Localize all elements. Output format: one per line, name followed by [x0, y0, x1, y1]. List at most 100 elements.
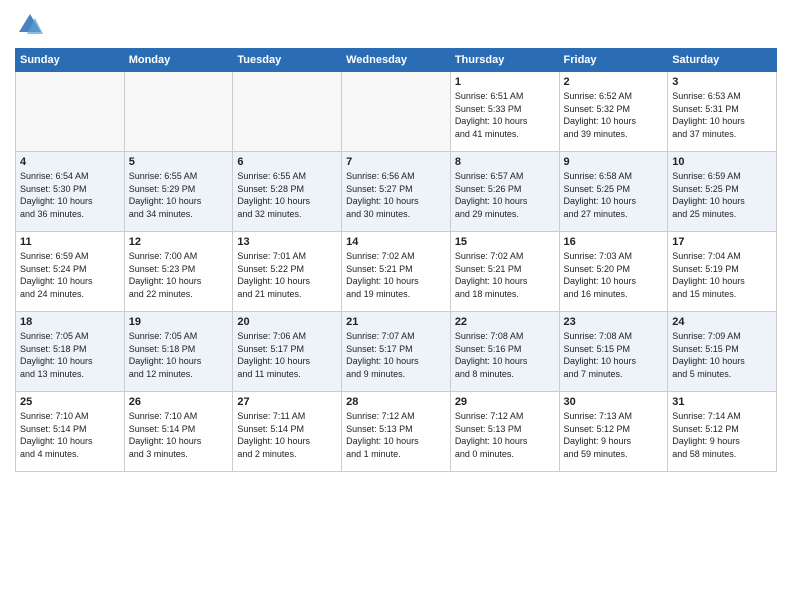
- calendar-day-cell: 22 Sunrise: 7:08 AM Sunset: 5:16 PM Dayli…: [450, 312, 559, 392]
- calendar-day-cell: 27 Sunrise: 7:11 AM Sunset: 5:14 PM Dayli…: [233, 392, 342, 472]
- day-number: 19: [129, 316, 229, 328]
- day-info: Sunrise: 7:02 AM Sunset: 5:21 PM Dayligh…: [455, 250, 555, 300]
- day-number: 16: [564, 236, 664, 248]
- day-number: 25: [20, 396, 120, 408]
- calendar-day-cell: 13 Sunrise: 7:01 AM Sunset: 5:22 PM Dayli…: [233, 232, 342, 312]
- day-number: 29: [455, 396, 555, 408]
- calendar-day-cell: 1 Sunrise: 6:51 AM Sunset: 5:33 PM Daylig…: [450, 72, 559, 152]
- day-number: 17: [672, 236, 772, 248]
- day-info: Sunrise: 7:03 AM Sunset: 5:20 PM Dayligh…: [564, 250, 664, 300]
- calendar-day-cell: 26 Sunrise: 7:10 AM Sunset: 5:14 PM Dayli…: [124, 392, 233, 472]
- calendar-day-cell: 28Sunrise: 7:12 AM Sunset: 5:13 PM Dayli…: [342, 392, 451, 472]
- day-info: Sunrise: 7:01 AM Sunset: 5:22 PM Dayligh…: [237, 250, 337, 300]
- day-info: Sunrise: 7:06 AM Sunset: 5:17 PM Dayligh…: [237, 330, 337, 380]
- calendar-day-cell: [16, 72, 125, 152]
- day-number: 21: [346, 316, 446, 328]
- calendar-day-cell: 10 Sunrise: 6:59 AM Sunset: 5:25 PM Dayli…: [668, 152, 777, 232]
- calendar-day-cell: 24 Sunrise: 7:09 AM Sunset: 5:15 PM Dayli…: [668, 312, 777, 392]
- calendar-day-cell: 14Sunrise: 7:02 AM Sunset: 5:21 PM Dayli…: [342, 232, 451, 312]
- calendar-body: 1 Sunrise: 6:51 AM Sunset: 5:33 PM Daylig…: [16, 72, 777, 472]
- day-number: 13: [237, 236, 337, 248]
- day-info: Sunrise: 6:58 AM Sunset: 5:25 PM Dayligh…: [564, 170, 664, 220]
- calendar-week-row: 18 Sunrise: 7:05 AM Sunset: 5:18 PM Dayli…: [16, 312, 777, 392]
- day-info: Sunrise: 7:13 AM Sunset: 5:12 PM Dayligh…: [564, 410, 664, 460]
- day-info: Sunrise: 7:10 AM Sunset: 5:14 PM Dayligh…: [129, 410, 229, 460]
- calendar-day-cell: 18 Sunrise: 7:05 AM Sunset: 5:18 PM Dayli…: [16, 312, 125, 392]
- calendar-day-cell: 23Sunrise: 7:08 AM Sunset: 5:15 PM Dayli…: [559, 312, 668, 392]
- calendar-table: SundayMondayTuesdayWednesdayThursdayFrid…: [15, 48, 777, 472]
- calendar-day-cell: 17 Sunrise: 7:04 AM Sunset: 5:19 PM Dayli…: [668, 232, 777, 312]
- calendar-day-cell: [233, 72, 342, 152]
- day-info: Sunrise: 7:02 AM Sunset: 5:21 PM Dayligh…: [346, 250, 446, 300]
- day-info: Sunrise: 7:10 AM Sunset: 5:14 PM Dayligh…: [20, 410, 120, 460]
- calendar-day-cell: 12 Sunrise: 7:00 AM Sunset: 5:23 PM Dayli…: [124, 232, 233, 312]
- day-number: 10: [672, 156, 772, 168]
- day-info: Sunrise: 7:00 AM Sunset: 5:23 PM Dayligh…: [129, 250, 229, 300]
- calendar-day-cell: 16 Sunrise: 7:03 AM Sunset: 5:20 PM Dayli…: [559, 232, 668, 312]
- calendar-day-cell: 19 Sunrise: 7:05 AM Sunset: 5:18 PM Dayli…: [124, 312, 233, 392]
- calendar-week-row: 1 Sunrise: 6:51 AM Sunset: 5:33 PM Daylig…: [16, 72, 777, 152]
- day-info: Sunrise: 6:52 AM Sunset: 5:32 PM Dayligh…: [564, 90, 664, 140]
- day-info: Sunrise: 6:59 AM Sunset: 5:24 PM Dayligh…: [20, 250, 120, 300]
- weekday-header-cell: Sunday: [16, 49, 125, 72]
- logo-icon: [15, 10, 45, 40]
- day-info: Sunrise: 7:08 AM Sunset: 5:16 PM Dayligh…: [455, 330, 555, 380]
- logo: [15, 10, 49, 40]
- day-info: Sunrise: 6:59 AM Sunset: 5:25 PM Dayligh…: [672, 170, 772, 220]
- day-info: Sunrise: 6:53 AM Sunset: 5:31 PM Dayligh…: [672, 90, 772, 140]
- day-number: 26: [129, 396, 229, 408]
- day-number: 6: [237, 156, 337, 168]
- day-info: Sunrise: 6:54 AM Sunset: 5:30 PM Dayligh…: [20, 170, 120, 220]
- day-number: 12: [129, 236, 229, 248]
- day-number: 30: [564, 396, 664, 408]
- calendar-week-row: 25 Sunrise: 7:10 AM Sunset: 5:14 PM Dayli…: [16, 392, 777, 472]
- day-info: Sunrise: 7:05 AM Sunset: 5:18 PM Dayligh…: [20, 330, 120, 380]
- day-number: 22: [455, 316, 555, 328]
- day-info: Sunrise: 7:14 AM Sunset: 5:12 PM Dayligh…: [672, 410, 772, 460]
- weekday-header-row: SundayMondayTuesdayWednesdayThursdayFrid…: [16, 49, 777, 72]
- day-info: Sunrise: 6:55 AM Sunset: 5:28 PM Dayligh…: [237, 170, 337, 220]
- day-info: Sunrise: 7:11 AM Sunset: 5:14 PM Dayligh…: [237, 410, 337, 460]
- day-number: 27: [237, 396, 337, 408]
- day-info: Sunrise: 6:51 AM Sunset: 5:33 PM Dayligh…: [455, 90, 555, 140]
- day-number: 9: [564, 156, 664, 168]
- day-info: Sunrise: 7:09 AM Sunset: 5:15 PM Dayligh…: [672, 330, 772, 380]
- day-number: 28: [346, 396, 446, 408]
- day-number: 24: [672, 316, 772, 328]
- calendar-day-cell: 25 Sunrise: 7:10 AM Sunset: 5:14 PM Dayli…: [16, 392, 125, 472]
- day-number: 11: [20, 236, 120, 248]
- day-number: 4: [20, 156, 120, 168]
- day-number: 15: [455, 236, 555, 248]
- page-header: [15, 10, 777, 40]
- weekday-header-cell: Monday: [124, 49, 233, 72]
- day-info: Sunrise: 7:04 AM Sunset: 5:19 PM Dayligh…: [672, 250, 772, 300]
- calendar-day-cell: 9 Sunrise: 6:58 AM Sunset: 5:25 PM Daylig…: [559, 152, 668, 232]
- calendar-week-row: 11 Sunrise: 6:59 AM Sunset: 5:24 PM Dayli…: [16, 232, 777, 312]
- day-number: 18: [20, 316, 120, 328]
- calendar-day-cell: 29 Sunrise: 7:12 AM Sunset: 5:13 PM Dayli…: [450, 392, 559, 472]
- day-info: Sunrise: 7:08 AM Sunset: 5:15 PM Dayligh…: [564, 330, 664, 380]
- calendar-day-cell: 15 Sunrise: 7:02 AM Sunset: 5:21 PM Dayli…: [450, 232, 559, 312]
- calendar-day-cell: 2Sunrise: 6:52 AM Sunset: 5:32 PM Daylig…: [559, 72, 668, 152]
- day-info: Sunrise: 7:12 AM Sunset: 5:13 PM Dayligh…: [455, 410, 555, 460]
- calendar-day-cell: 7Sunrise: 6:56 AM Sunset: 5:27 PM Daylig…: [342, 152, 451, 232]
- day-info: Sunrise: 7:07 AM Sunset: 5:17 PM Dayligh…: [346, 330, 446, 380]
- calendar-day-cell: 6 Sunrise: 6:55 AM Sunset: 5:28 PM Daylig…: [233, 152, 342, 232]
- day-number: 20: [237, 316, 337, 328]
- weekday-header-cell: Friday: [559, 49, 668, 72]
- day-info: Sunrise: 7:05 AM Sunset: 5:18 PM Dayligh…: [129, 330, 229, 380]
- calendar-day-cell: 11 Sunrise: 6:59 AM Sunset: 5:24 PM Dayli…: [16, 232, 125, 312]
- calendar-day-cell: 8 Sunrise: 6:57 AM Sunset: 5:26 PM Daylig…: [450, 152, 559, 232]
- weekday-header-cell: Thursday: [450, 49, 559, 72]
- day-number: 8: [455, 156, 555, 168]
- calendar-week-row: 4 Sunrise: 6:54 AM Sunset: 5:30 PM Daylig…: [16, 152, 777, 232]
- calendar-day-cell: 5Sunrise: 6:55 AM Sunset: 5:29 PM Daylig…: [124, 152, 233, 232]
- calendar-day-cell: 20 Sunrise: 7:06 AM Sunset: 5:17 PM Dayli…: [233, 312, 342, 392]
- calendar-day-cell: 21 Sunrise: 7:07 AM Sunset: 5:17 PM Dayli…: [342, 312, 451, 392]
- weekday-header-cell: Saturday: [668, 49, 777, 72]
- day-number: 31: [672, 396, 772, 408]
- calendar-day-cell: [342, 72, 451, 152]
- calendar-day-cell: 3Sunrise: 6:53 AM Sunset: 5:31 PM Daylig…: [668, 72, 777, 152]
- day-info: Sunrise: 6:57 AM Sunset: 5:26 PM Dayligh…: [455, 170, 555, 220]
- day-number: 1: [455, 76, 555, 88]
